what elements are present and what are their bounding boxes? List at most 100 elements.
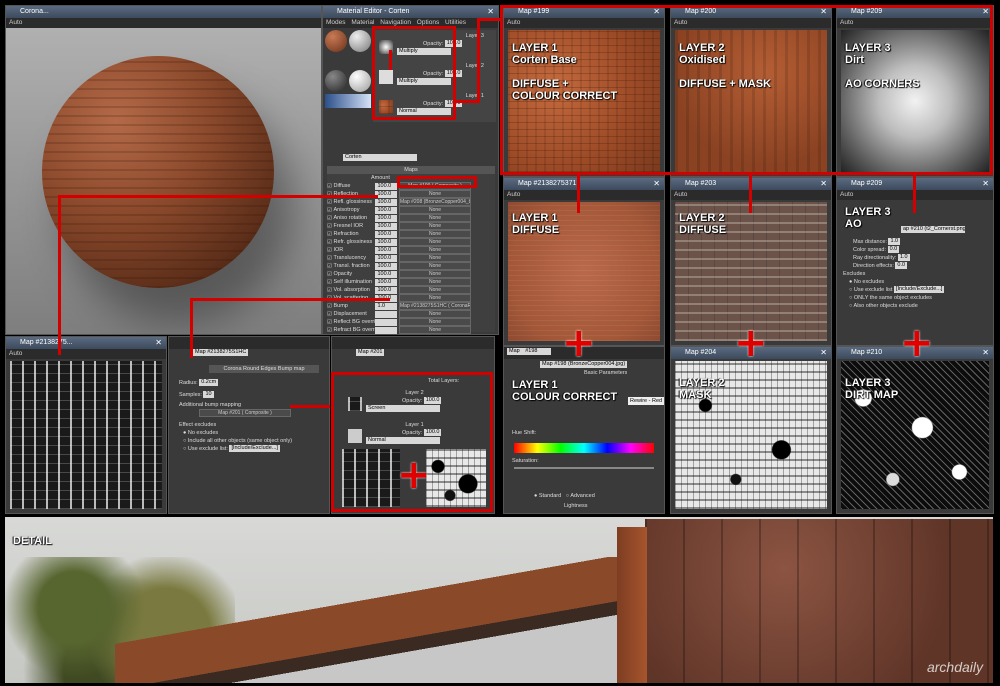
map-row-checkbox[interactable]: ☑ (327, 279, 332, 285)
map-row: ☑ IOR 100.0 None (327, 246, 495, 254)
map-row-button[interactable]: None (399, 222, 471, 230)
map-row-button[interactable]: None (399, 262, 471, 270)
map-row-amount[interactable]: 100.0 (375, 190, 398, 198)
extra-bump-map-button[interactable]: Map #201 ( Composite ) (199, 409, 291, 417)
menu-utilities[interactable]: Utilities (445, 19, 466, 26)
connector-e (58, 195, 61, 355)
map209-ao-label: LAYER 3 AO (845, 206, 891, 230)
sample-slot-blue[interactable] (325, 94, 371, 108)
map-row-button[interactable]: None (399, 190, 471, 198)
map-row-amount[interactable]: 100.0 (375, 198, 398, 206)
extra-bump-label: Additional bump mapping (179, 402, 242, 408)
map-row-checkbox[interactable]: ☑ (327, 327, 332, 333)
map-row-amount[interactable]: 100.0 (375, 262, 398, 270)
corten-wall-side (617, 527, 647, 683)
map198-label: LAYER 1 COLOUR CORRECT (512, 379, 618, 403)
map-row: ☑ Refl. glossiness 100.0 Map #208 (Bronze… (327, 198, 495, 206)
map-row-button[interactable]: None (399, 206, 471, 214)
maps-header: Maps (327, 166, 495, 174)
map-row-button[interactable]: None (399, 278, 471, 286)
map-row-amount[interactable]: 100.0 (375, 270, 398, 278)
map-row-checkbox[interactable]: ☑ (327, 247, 332, 253)
map-row-button[interactable]: None (399, 246, 471, 254)
map-row-checkbox[interactable]: ☑ (327, 199, 332, 205)
samples-input[interactable]: 10 (203, 391, 214, 399)
map-row-checkbox[interactable]: ☑ (327, 207, 332, 213)
map-row-button[interactable]: Map #208 (BronzeCopper004_bump.jpg) (399, 198, 471, 206)
map-row-amount[interactable]: 100.0 (375, 254, 398, 262)
menu-modes[interactable]: Modes (326, 19, 346, 26)
map-row-checkbox[interactable]: ☑ (327, 231, 332, 237)
map-row-name: Anisotropy (333, 207, 360, 214)
map-row-checkbox[interactable]: ☑ (327, 239, 332, 245)
map-row-button[interactable]: None (399, 318, 471, 326)
menu-options[interactable]: Options (417, 19, 439, 26)
map-row-button[interactable]: Map #2138275S1HC ( CoronaRoundEdges ) (399, 302, 471, 310)
map-row-button[interactable]: None (399, 310, 471, 318)
map-row-amount[interactable]: 100.0 (375, 230, 398, 238)
map-row-amount[interactable]: 100.0 (375, 286, 398, 294)
ao-map-field[interactable]: ap #210 (t2_Cornerst.png) (901, 226, 965, 234)
map-row-checkbox[interactable]: ☑ (327, 287, 332, 293)
map-row-name: Self illumination (333, 279, 372, 286)
map-row-amount[interactable] (375, 310, 398, 318)
map-row-amount[interactable]: 100.0 (375, 214, 398, 222)
composite-highlight (372, 26, 456, 120)
map198-hue-label: Hue Shift: (512, 430, 537, 436)
viewport-menu[interactable]: Auto (6, 18, 321, 28)
opt-exclude-list[interactable]: ○ Use exclude list: [Include/Exclude...] (183, 445, 280, 453)
map-row-amount[interactable]: 1.0 (375, 302, 398, 310)
map-row-checkbox[interactable]: ☑ (327, 183, 332, 189)
sample-slot-corten[interactable] (325, 30, 347, 52)
map-row-amount[interactable]: 100.0 (375, 222, 398, 230)
sample-slot-dark[interactable] (325, 70, 347, 92)
map-row-checkbox[interactable]: ☑ (327, 223, 332, 229)
map-row-button[interactable]: None (399, 230, 471, 238)
map-row-checkbox[interactable]: ☑ (327, 215, 332, 221)
map2138275371-label: LAYER 1 DIFFUSE (512, 212, 560, 236)
map-row-checkbox[interactable]: ☑ (327, 255, 332, 261)
map-row-button[interactable]: None (399, 270, 471, 278)
map-row-checkbox[interactable]: ☑ (327, 271, 332, 277)
map204-window: Map #204 ✕ LAYER 2 MASK (670, 346, 832, 514)
menu-material[interactable]: Material (351, 19, 374, 26)
map-row-checkbox[interactable]: ☑ (327, 263, 332, 269)
connector-f (190, 298, 193, 358)
map-row: ☑ Self illumination 100.0 None (327, 278, 495, 286)
material-name-field[interactable]: Corten (343, 154, 417, 162)
map-row-amount[interactable]: 100.0 (375, 206, 398, 214)
effect-excludes-label: Effect excludes (179, 422, 217, 428)
map-row-button[interactable]: None (399, 214, 471, 222)
map-row-amount[interactable] (375, 326, 398, 334)
map-row-button[interactable]: None (399, 286, 471, 294)
bump-composite-title: Map #201 (356, 349, 385, 357)
map-row-checkbox[interactable]: ☑ (327, 311, 332, 317)
opt-include-all[interactable]: ○ Include all other objects (same object… (183, 437, 292, 445)
sample-slot-white[interactable] (349, 70, 371, 92)
map-row: ☑ Refr. glossiness 100.0 None (327, 238, 495, 246)
saturation-slider[interactable] (514, 467, 654, 469)
map-row-button[interactable]: None (399, 326, 471, 334)
map198-mode-toggle[interactable]: ● Standard ○ Advanced (534, 492, 595, 500)
map-row-checkbox[interactable]: ☑ (327, 319, 332, 325)
map-row-checkbox[interactable]: ☑ (327, 303, 332, 309)
map198-file[interactable]: Map #198 (BronzeCopper004.jpg) (540, 361, 660, 369)
map-row-amount[interactable] (375, 318, 398, 326)
radius-input[interactable]: 0.2cm (199, 379, 219, 387)
map-row-button[interactable]: None (399, 254, 471, 262)
map-row-button[interactable]: None (399, 294, 471, 302)
map-row-button[interactable]: None (399, 238, 471, 246)
diffuse-map-highlight (397, 176, 477, 188)
menu-navigation[interactable]: Navigation (380, 19, 411, 26)
map-row-amount[interactable]: 100.0 (375, 182, 398, 190)
sample-slot-grey[interactable] (349, 30, 371, 52)
connector-h (290, 405, 330, 408)
opt-no-excludes[interactable]: ● No excludes (183, 429, 218, 437)
map-row-amount[interactable]: 100.0 (375, 238, 398, 246)
map-row-amount[interactable]: 100.0 (375, 278, 398, 286)
connector-g (190, 298, 390, 301)
map-row: ☑ Refract BG override None (327, 326, 495, 334)
map-row-amount[interactable]: 100.0 (375, 246, 398, 254)
hue-spectrum-bar[interactable] (514, 443, 654, 453)
map-row-name: Refr. glossiness (333, 239, 373, 246)
